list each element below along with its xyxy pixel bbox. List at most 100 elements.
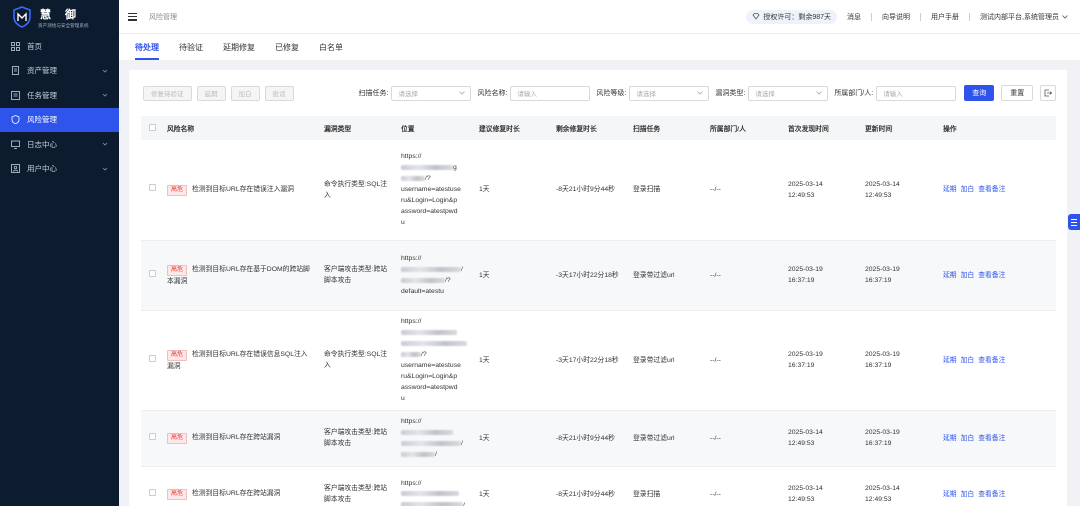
- table-row: 高危 检测到目标URL存在基于DOM的跨站脚本漏洞 客户端攻击类型:跨站脚本攻击 ht…: [141, 240, 1056, 311]
- scan-task-select[interactable]: 请选择: [391, 85, 472, 101]
- updated-cell: 2025-03-19 16:37:19: [865, 240, 943, 311]
- user-menu[interactable]: 测试内部平台,系统管理员: [980, 12, 1068, 22]
- location-text: /: [463, 501, 465, 506]
- defer-link[interactable]: 延期: [943, 435, 957, 442]
- location-text: https://: [401, 255, 422, 262]
- row-checkbox[interactable]: [149, 354, 156, 362]
- query-button[interactable]: 查询: [964, 85, 995, 101]
- sidebar-item-3[interactable]: 风险管理: [0, 107, 119, 132]
- sidebar-item-5[interactable]: 用户中心: [0, 157, 119, 182]
- vuln-type-select[interactable]: 请选择: [748, 85, 829, 101]
- risk-name-cell: 高危 检测到目标URL存在跨站漏洞: [167, 410, 324, 467]
- location-line: https://: [401, 151, 475, 162]
- scan-task-label: 扫描任务:: [358, 90, 389, 97]
- risk-level-badge: 高危: [167, 433, 188, 444]
- whitelist-link[interactable]: 加白: [961, 272, 975, 279]
- location-text: https://: [401, 318, 422, 325]
- date: 2025-03-14: [788, 429, 823, 436]
- location-line: [401, 427, 475, 438]
- defer-link[interactable]: 延期: [943, 491, 957, 498]
- sidebar-item-2[interactable]: 任务管理: [0, 83, 119, 108]
- chevron-down-icon: [102, 167, 108, 171]
- location-text: u: [401, 219, 405, 227]
- sidebar-item-0[interactable]: 首页: [0, 34, 119, 59]
- whitelist-link[interactable]: 加白: [961, 435, 975, 442]
- tab-deferred[interactable]: 延期修复: [223, 42, 255, 60]
- sidebar-item-1[interactable]: 资产管理: [0, 59, 119, 84]
- department-input[interactable]: 请输入: [876, 85, 957, 101]
- row-checkbox[interactable]: [149, 184, 156, 192]
- vuln-type-cell: 命令执行类型:SQL注入: [324, 140, 401, 241]
- tab-whitelist[interactable]: 白名单: [319, 42, 343, 60]
- remaining-fix-cell: -8天21小时9分44秒: [556, 140, 633, 241]
- date: 2025-03-14: [788, 180, 823, 188]
- whitelist-link[interactable]: 加白: [961, 491, 975, 498]
- manual-link[interactable]: 用户手册: [931, 12, 959, 22]
- tab-pending[interactable]: 待处理: [135, 42, 159, 60]
- date: 2025-03-19: [788, 351, 823, 358]
- location-line: /?: [401, 349, 475, 360]
- redacted-text: [401, 429, 453, 435]
- risk-name[interactable]: 检测到目标URL存在错误信息SQL注入漏洞: [167, 351, 308, 370]
- time: 16:37:19: [865, 277, 892, 284]
- risk-name-cell: 高危 检测到目标URL存在错误注入漏洞: [167, 140, 324, 241]
- annotate-button[interactable]: 批话: [264, 85, 294, 101]
- risk-name-cell: 高危 检测到目标URL存在错误信息SQL注入漏洞: [167, 310, 324, 411]
- first-found-cell: 2025-03-14 12:49:53: [788, 410, 865, 467]
- table-header: 风险名称 漏洞类型 位置 建议修复时长 剩余修复时长 扫描任务 所属部门/人 首…: [141, 116, 1056, 140]
- table-row: 高危 检测到目标URL存在跨站漏洞 客户端攻击类型:跨站脚本攻击 https:/// /…: [141, 410, 1056, 467]
- risk-table: 风险名称 漏洞类型 位置 建议修复时长 剩余修复时长 扫描任务 所属部门/人 首…: [141, 116, 1056, 506]
- whitelist-link[interactable]: 加白: [961, 357, 975, 364]
- location-text: default=atestu: [401, 288, 444, 295]
- brand-subtitle: 资产测绘与安全管理系统: [38, 22, 89, 28]
- whitelist-button[interactable]: 加白: [230, 85, 260, 101]
- side-drawer-handle[interactable]: [1068, 214, 1080, 230]
- location-text: /?: [425, 175, 431, 183]
- col-actions: 操作: [943, 116, 1056, 140]
- row-checkbox[interactable]: [149, 269, 156, 277]
- risk-name[interactable]: 检测到目标URL存在错误注入漏洞: [192, 186, 294, 193]
- risk-name-input[interactable]: 请输入: [510, 85, 591, 101]
- row-checkbox[interactable]: [149, 432, 156, 440]
- defer-link[interactable]: 延期: [943, 272, 957, 279]
- chevron-down-icon: [1062, 14, 1068, 19]
- filter-bar: 扫描任务: 请选择 风险名称: 请输入 风险等级: 请选择 漏洞类型: 请选择 …: [359, 85, 1057, 101]
- messages-link[interactable]: 消息: [847, 12, 861, 22]
- date: 2025-03-19: [788, 266, 823, 273]
- row-checkbox[interactable]: [149, 488, 156, 496]
- risk-name[interactable]: 检测到目标URL存在基于DOM的跨站脚本漏洞: [167, 266, 310, 285]
- updated-cell: 2025-03-19 16:37:19: [865, 310, 943, 411]
- view-notes-link[interactable]: 查看备注: [978, 435, 1005, 442]
- risk-level-select[interactable]: 请选择: [629, 85, 710, 101]
- select-all-checkbox[interactable]: [149, 123, 156, 131]
- defer-link[interactable]: 延期: [943, 357, 957, 364]
- view-notes-link[interactable]: 查看备注: [978, 357, 1005, 364]
- defer-link[interactable]: 延期: [943, 186, 957, 193]
- view-notes-link[interactable]: 查看备注: [978, 491, 1005, 498]
- view-notes-link[interactable]: 查看备注: [978, 186, 1005, 193]
- col-suggested-fix: 建议修复时长: [479, 116, 556, 140]
- view-notes-link[interactable]: 查看备注: [978, 272, 1005, 279]
- whitelist-link[interactable]: 加白: [961, 186, 975, 193]
- guide-link[interactable]: 向导说明: [882, 12, 910, 22]
- menu-toggle-icon[interactable]: [128, 12, 137, 21]
- time: 16:37:19: [788, 277, 815, 284]
- file-icon: [11, 66, 20, 76]
- location-text: ru&Login=Login&p: [401, 373, 458, 380]
- verify-fix-button[interactable]: 修复待验证: [143, 85, 192, 101]
- location-line: https://: [401, 316, 475, 327]
- defer-button[interactable]: 延期: [196, 85, 226, 101]
- export-icon[interactable]: [1040, 85, 1057, 101]
- suggested-fix-cell: 1天: [479, 240, 556, 311]
- risk-name[interactable]: 检测到目标URL存在跨站漏洞: [192, 490, 280, 497]
- time: 12:49:53: [865, 191, 892, 199]
- chevron-down-icon: [697, 90, 704, 95]
- license-text: 授权许可：剩余987天: [763, 13, 832, 21]
- tab-fixed[interactable]: 已修复: [275, 42, 299, 60]
- reset-button[interactable]: 重置: [1001, 85, 1034, 101]
- tab-to-verify[interactable]: 待验证: [179, 42, 203, 60]
- sidebar-item-4[interactable]: 日志中心: [0, 132, 119, 157]
- divider: [871, 12, 873, 21]
- risk-name[interactable]: 检测到目标URL存在跨站漏洞: [192, 434, 280, 441]
- col-location: 位置: [401, 116, 479, 140]
